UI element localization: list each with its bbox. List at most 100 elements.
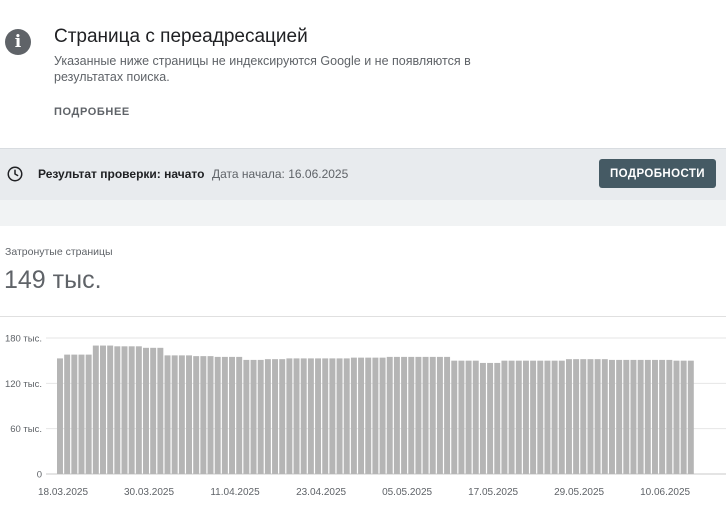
- chart-bar: [264, 359, 271, 474]
- y-tick-label: 0: [37, 470, 42, 481]
- chart-bar: [494, 362, 501, 474]
- clock-icon: [7, 166, 23, 182]
- chart-bar: [651, 359, 658, 474]
- chart-bar: [623, 359, 630, 474]
- chart-bar: [594, 359, 601, 474]
- chart-bar: [57, 358, 63, 474]
- chart-bar: [272, 359, 279, 474]
- chart-bar: [444, 356, 451, 474]
- chart-bar: [522, 360, 529, 474]
- x-tick-label: 10.06.2025: [640, 487, 690, 498]
- x-tick-label: 05.05.2025: [382, 487, 432, 498]
- page-title: Страница с переадресацией: [54, 26, 308, 47]
- chart-bar: [207, 356, 214, 474]
- chart-bar: [150, 347, 157, 474]
- chart-bar: [551, 360, 558, 474]
- chart-bar: [601, 359, 608, 474]
- chart-bar: [673, 360, 680, 474]
- chart-bar: [358, 357, 365, 474]
- chart-bar: [114, 346, 121, 474]
- chart-bar: [587, 359, 594, 474]
- chart-bar: [221, 356, 228, 474]
- chart-bar: [429, 356, 436, 474]
- affected-pages-value: 149 тыс.: [4, 266, 102, 294]
- details-button[interactable]: ПОДРОБНОСТИ: [599, 159, 716, 188]
- x-tick-label: 11.04.2025: [210, 487, 260, 498]
- chart-bar: [422, 356, 429, 474]
- chart-bar: [322, 358, 329, 474]
- validation-start-date: Дата начала: 16.06.2025: [212, 167, 349, 181]
- chart-bar: [157, 347, 164, 474]
- chart-bar: [350, 357, 357, 474]
- chart-bar: [229, 356, 236, 474]
- chart-bar: [178, 355, 185, 474]
- chart-bar: [64, 354, 71, 474]
- chart-bar: [193, 356, 200, 474]
- chart-bar: [336, 358, 343, 474]
- y-tick-label: 120 тыс.: [5, 379, 42, 390]
- chart-bar: [379, 357, 386, 474]
- chart-bar: [121, 346, 128, 474]
- divider: [0, 316, 726, 317]
- chart-bar: [365, 357, 372, 474]
- chart-bar: [171, 355, 178, 474]
- x-tick-label: 17.05.2025: [468, 487, 518, 498]
- chart-bar: [78, 354, 85, 474]
- chart-bar: [143, 347, 149, 474]
- chart-bar: [680, 360, 687, 474]
- chart-bar: [200, 356, 207, 474]
- chart-bar: [530, 360, 537, 474]
- chart-bar: [465, 360, 472, 474]
- chart-bar: [293, 358, 300, 474]
- chart-bar: [71, 354, 78, 474]
- chart-bar: [408, 356, 415, 474]
- chart-bar: [608, 359, 615, 474]
- chart-bar: [343, 358, 350, 474]
- chart-bar: [436, 356, 443, 474]
- chart-bar: [508, 360, 515, 474]
- chart-bar: [573, 359, 580, 474]
- chart-bar: [644, 359, 651, 474]
- chart-bar: [687, 360, 694, 474]
- learn-more-link[interactable]: ПОДРОБНЕЕ: [54, 106, 130, 118]
- x-tick-label: 23.04.2025: [296, 487, 346, 498]
- chart-bar: [501, 360, 508, 474]
- chart-bar: [487, 362, 494, 474]
- affected-pages-label: Затронутые страницы: [5, 246, 113, 258]
- chart-bar: [250, 359, 257, 474]
- info-description: Указанные ниже страницы не индексируются…: [54, 54, 471, 84]
- chart-bar: [565, 359, 572, 474]
- chart-bar: [580, 359, 587, 474]
- chart-bar: [472, 360, 479, 474]
- x-tick-label: 18.03.2025: [38, 487, 88, 498]
- chart-bar: [257, 359, 264, 474]
- chart-bar: [85, 354, 92, 474]
- chart-bar: [558, 360, 565, 474]
- chart-bar: [666, 359, 673, 474]
- chart-bar: [537, 360, 544, 474]
- chart-bar: [100, 345, 106, 474]
- chart-bar: [128, 346, 135, 474]
- chart-bar: [451, 360, 458, 474]
- chart-bar: [372, 357, 379, 474]
- chart-bar: [659, 359, 666, 474]
- chart-bar: [135, 346, 142, 474]
- chart-bar: [479, 362, 486, 474]
- info-card: i Страница с переадресацией Указанные ни…: [0, 0, 726, 148]
- chart-bar: [393, 356, 400, 474]
- chart-bar: [164, 355, 171, 474]
- chart-bar: [92, 345, 99, 474]
- chart-bar: [329, 358, 336, 474]
- chart-bar: [307, 358, 314, 474]
- chart-bar: [279, 359, 286, 474]
- x-tick-label: 30.03.2025: [124, 487, 174, 498]
- validation-status-bar: Результат проверки: начато Дата начала: …: [0, 148, 726, 201]
- affected-pages-chart: 180 тыс. 120 тыс. 60 тыс. 0 18.03.2025 30.03.…: [0, 320, 726, 512]
- chart-bar: [243, 359, 250, 474]
- chart-bar: [186, 355, 192, 474]
- y-tick-label: 180 тыс.: [5, 334, 42, 345]
- chart-bar: [315, 358, 322, 474]
- chart-bar: [300, 358, 307, 474]
- chart-bar: [637, 359, 644, 474]
- chart-bar: [544, 360, 551, 474]
